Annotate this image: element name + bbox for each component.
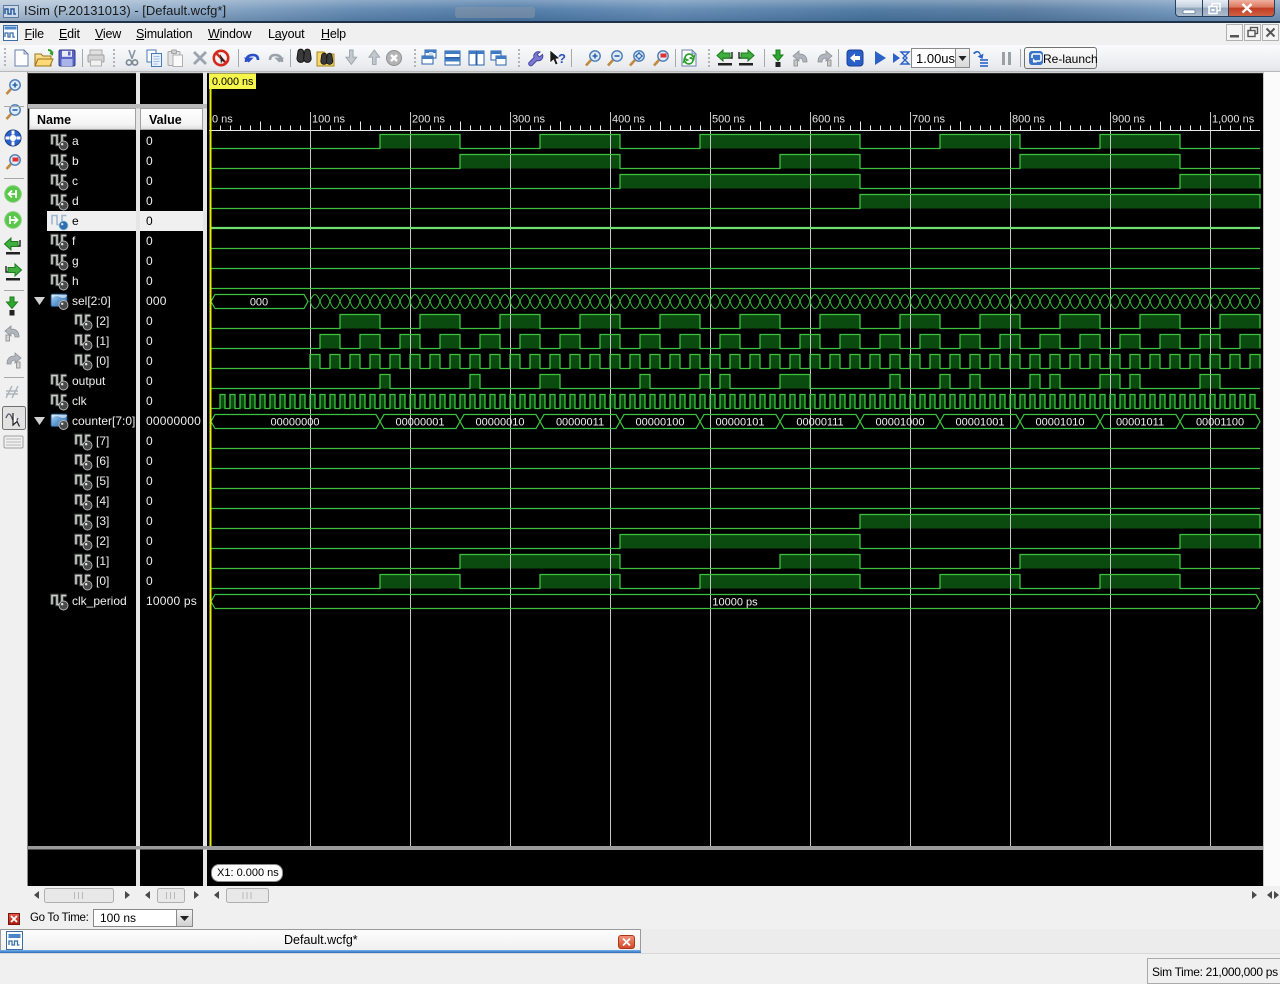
svg-text:sel[2:0]: sel[2:0] bbox=[72, 294, 111, 308]
svg-text:00000111: 00000111 bbox=[796, 417, 843, 429]
svg-text:[1]: [1] bbox=[96, 554, 109, 568]
svg-text:0: 0 bbox=[146, 374, 153, 388]
svg-text:00000011: 00000011 bbox=[556, 417, 604, 429]
svg-text:0: 0 bbox=[146, 334, 153, 348]
svg-text:200 ns: 200 ns bbox=[412, 114, 446, 126]
svg-text:0: 0 bbox=[146, 454, 153, 468]
svg-text:d: d bbox=[72, 194, 79, 208]
svg-text:[6]: [6] bbox=[96, 454, 109, 468]
svg-text:1,000 ns: 1,000 ns bbox=[1212, 114, 1255, 126]
svg-text:[7]: [7] bbox=[96, 434, 109, 448]
svg-text:0: 0 bbox=[146, 314, 153, 328]
svg-text:[2]: [2] bbox=[96, 314, 109, 328]
svg-text:a: a bbox=[72, 134, 79, 148]
svg-text:0.000 ns: 0.000 ns bbox=[212, 76, 254, 88]
svg-text:0: 0 bbox=[146, 254, 153, 268]
svg-text:0: 0 bbox=[146, 494, 153, 508]
svg-text:[1]: [1] bbox=[96, 334, 109, 348]
svg-text:0: 0 bbox=[146, 134, 153, 148]
svg-text:b: b bbox=[72, 154, 79, 168]
svg-text:[5]: [5] bbox=[96, 474, 109, 488]
svg-text:0: 0 bbox=[146, 354, 153, 368]
svg-text:800 ns: 800 ns bbox=[1012, 114, 1046, 126]
svg-text:?: ? bbox=[558, 51, 566, 66]
svg-text:[0]: [0] bbox=[96, 574, 109, 588]
svg-text:00000101: 00000101 bbox=[716, 417, 765, 429]
svg-text:00001001: 00001001 bbox=[956, 417, 1005, 429]
svg-text:00000000: 00000000 bbox=[146, 414, 201, 428]
svg-text:00000100: 00000100 bbox=[636, 417, 685, 429]
svg-text:700 ns: 700 ns bbox=[912, 114, 946, 126]
svg-text:c: c bbox=[72, 174, 78, 188]
svg-text:300 ns: 300 ns bbox=[512, 114, 546, 126]
svg-text:counter[7:0]: counter[7:0] bbox=[72, 414, 135, 428]
svg-text:[4]: [4] bbox=[96, 494, 109, 508]
svg-text:0: 0 bbox=[146, 554, 153, 568]
svg-text:000: 000 bbox=[146, 294, 167, 308]
svg-text:900 ns: 900 ns bbox=[1112, 114, 1146, 126]
svg-text:00000000: 00000000 bbox=[271, 417, 320, 429]
svg-text:0: 0 bbox=[146, 274, 153, 288]
svg-text:e: e bbox=[72, 214, 79, 228]
svg-text:0: 0 bbox=[146, 434, 153, 448]
svg-text:0: 0 bbox=[146, 514, 153, 528]
svg-text:0: 0 bbox=[146, 474, 153, 488]
svg-text:[0]: [0] bbox=[96, 354, 109, 368]
svg-text:00001011: 00001011 bbox=[1116, 417, 1164, 429]
svg-text:output: output bbox=[72, 374, 106, 388]
svg-text:00001000: 00001000 bbox=[876, 417, 925, 429]
svg-text:00000001: 00000001 bbox=[396, 417, 445, 429]
svg-text:0: 0 bbox=[146, 574, 153, 588]
svg-text:0: 0 bbox=[146, 154, 153, 168]
svg-text:00000010: 00000010 bbox=[476, 417, 525, 429]
svg-text:10000 ps: 10000 ps bbox=[712, 597, 758, 609]
svg-text:500 ns: 500 ns bbox=[712, 114, 746, 126]
svg-text:Name: Name bbox=[37, 113, 71, 127]
svg-text:10000 ps: 10000 ps bbox=[146, 594, 197, 608]
svg-text:0: 0 bbox=[146, 394, 153, 408]
svg-text:h: h bbox=[72, 274, 79, 288]
svg-text:400 ns: 400 ns bbox=[612, 114, 646, 126]
svg-text:clk_period: clk_period bbox=[72, 594, 127, 608]
svg-text:00001010: 00001010 bbox=[1036, 417, 1085, 429]
svg-text:000: 000 bbox=[250, 297, 268, 309]
svg-text:600 ns: 600 ns bbox=[812, 114, 846, 126]
svg-text:[2]: [2] bbox=[96, 534, 109, 548]
svg-text:g: g bbox=[72, 254, 79, 268]
svg-text:0: 0 bbox=[146, 534, 153, 548]
svg-text:0: 0 bbox=[146, 194, 153, 208]
svg-text:00001100: 00001100 bbox=[1196, 417, 1244, 429]
svg-text:[3]: [3] bbox=[96, 514, 109, 528]
svg-text:100 ns: 100 ns bbox=[312, 114, 346, 126]
svg-text:0 ns: 0 ns bbox=[212, 114, 233, 126]
svg-text:clk: clk bbox=[72, 394, 88, 408]
svg-text:0: 0 bbox=[146, 214, 153, 228]
svg-text:Value: Value bbox=[149, 113, 182, 127]
svg-text:0: 0 bbox=[146, 174, 153, 188]
svg-text:0: 0 bbox=[146, 234, 153, 248]
